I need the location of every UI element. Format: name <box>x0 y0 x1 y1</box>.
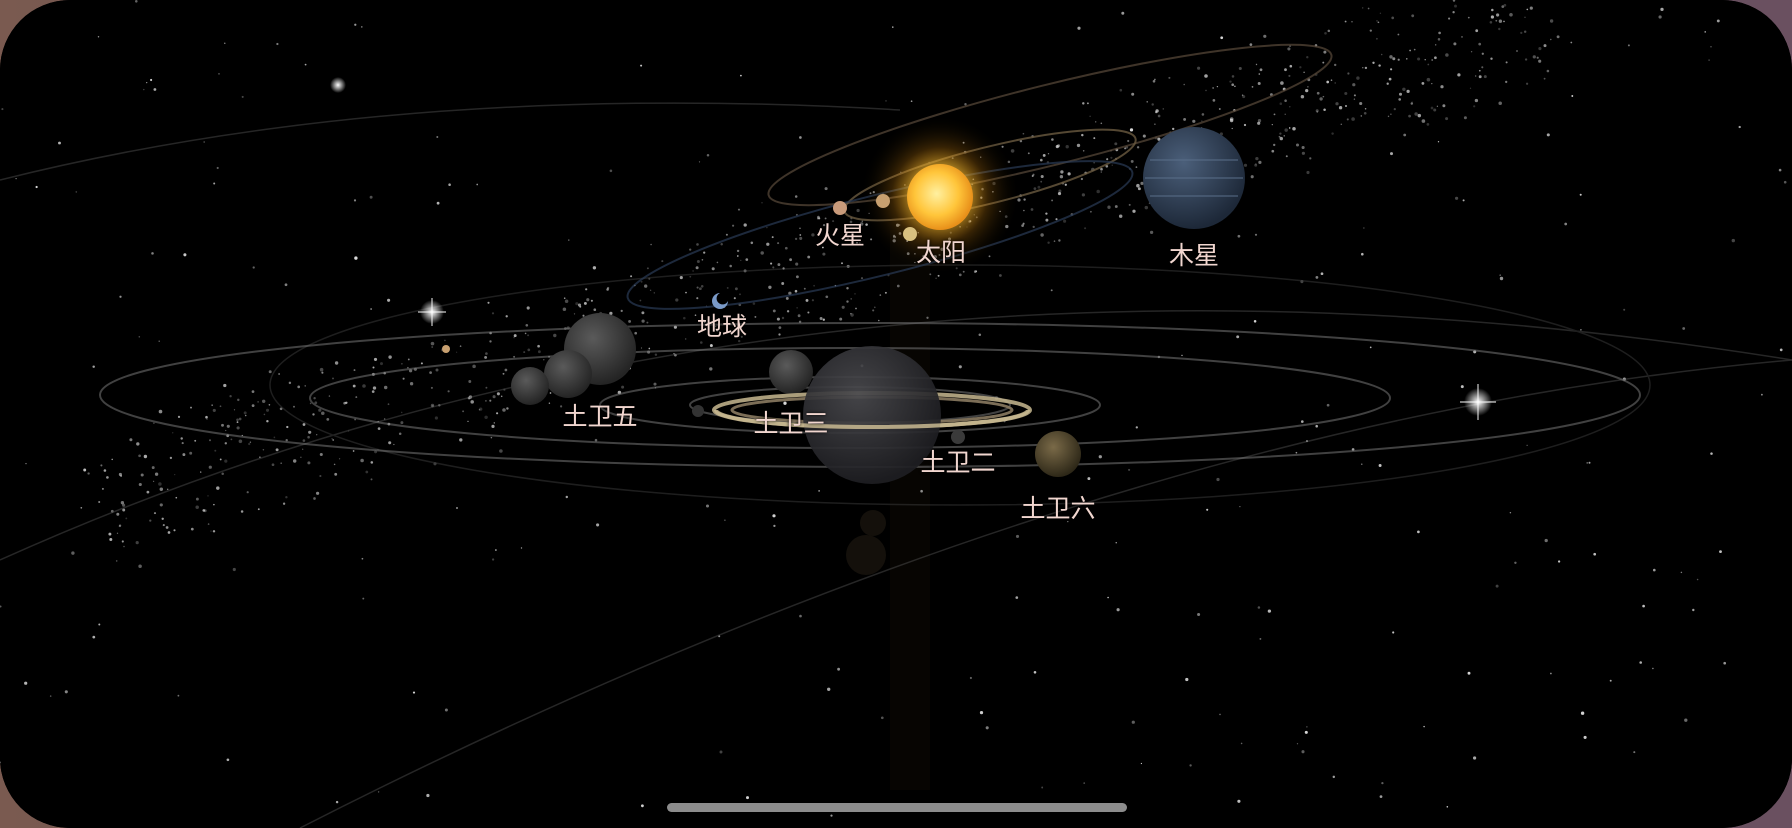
label-tethys[interactable]: 土卫三 <box>753 404 828 440</box>
label-jupiter[interactable]: 木星 <box>1169 236 1219 272</box>
jupiter-icon[interactable] <box>1143 127 1245 229</box>
label-titan[interactable]: 土卫六 <box>1020 489 1095 525</box>
moon-icon[interactable] <box>544 350 592 398</box>
mercury-icon[interactable] <box>903 227 917 241</box>
small-body-icon[interactable] <box>442 345 450 353</box>
venus-icon[interactable] <box>876 194 890 208</box>
home-indicator[interactable] <box>667 803 1127 812</box>
label-earth[interactable]: 地球 <box>697 307 747 343</box>
solar-system-view[interactable]: 太阳 火星 地球 木星 土卫五 土卫三 土卫二 土卫六 <box>0 0 1792 828</box>
moon-icon[interactable] <box>511 367 549 405</box>
light-beam <box>890 230 930 790</box>
moon-icon[interactable] <box>692 405 704 417</box>
space-canvas[interactable] <box>0 0 1792 828</box>
label-sun[interactable]: 太阳 <box>916 233 966 269</box>
label-enceladus[interactable]: 土卫二 <box>920 443 995 479</box>
enceladus-icon[interactable] <box>951 430 965 444</box>
label-mars[interactable]: 火星 <box>815 216 865 252</box>
label-dione[interactable]: 土卫五 <box>562 397 637 433</box>
mars-icon[interactable] <box>833 201 847 215</box>
titan-icon[interactable] <box>1035 431 1081 477</box>
tethys-icon[interactable] <box>769 350 813 394</box>
